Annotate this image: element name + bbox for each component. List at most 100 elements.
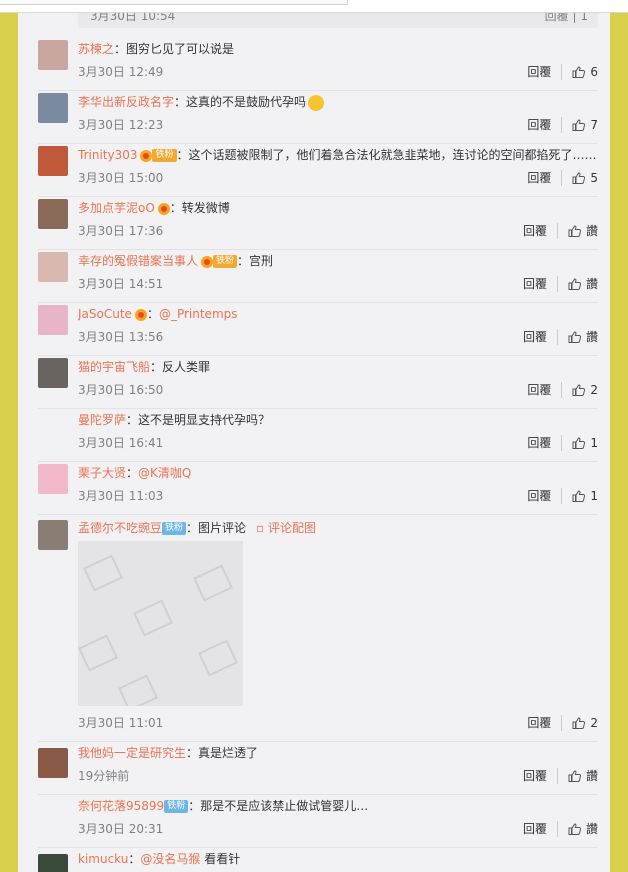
reply-link[interactable]: 回覆 [527,715,563,731]
comment-item: 苏楝之：图穷匕见了可以说是 3月30日 12:49 回覆 6 [38,38,598,91]
reply-link[interactable]: 回覆 [527,170,563,186]
thumbs-up-icon [572,172,586,184]
avatar[interactable] [38,199,68,229]
comment-time: 3月30日 15:00 [78,171,164,185]
like-button[interactable]: 2 [572,715,598,731]
comment-time: 3月30日 16:41 [78,436,164,450]
username[interactable]: 栗子大贤 [78,466,126,480]
comment-time: 3月30日 12:49 [78,65,164,79]
comment-time: 3月30日 16:50 [78,383,164,397]
avatar[interactable] [38,93,68,123]
username[interactable]: 多加点芋泥oO [78,201,155,215]
like-count: 讚 [585,277,598,291]
fan-level-icon [157,202,170,215]
username[interactable]: 幸存的冤假错案当事人 [78,254,198,268]
like-count: 讚 [585,330,598,344]
username[interactable]: 李华出新反政名字 [78,95,174,109]
like-count: 2 [590,716,598,730]
username[interactable]: JaSoCute [78,307,132,321]
comment-time: 3月30日 13:56 [78,330,164,344]
comment-text: ： [146,307,159,321]
comment-text: ：这不是明显支持代孕吗？ [126,413,271,427]
comment-item: 我他妈一定是研究生：真是烂透了 19分钟前 回覆 讚 [38,742,598,795]
like-button[interactable]: 讚 [568,768,598,784]
username[interactable]: 孟德尔不吃豌豆 [78,521,162,535]
comment-item: 李华出新反政名字：这真的不是鼓励代孕吗 3月30日 12:23 回覆 7 [38,91,598,144]
like-button[interactable]: 2 [572,382,598,398]
reply-link[interactable]: 回覆 [523,223,558,239]
username[interactable]: 曼陀罗萨 [78,413,126,427]
avatar[interactable] [38,748,68,778]
comment-item: 奈何花落95899 铁粉 ：那是不是应该禁止做试管婴儿… 3月30日 20:31 回… [38,795,598,848]
avatar[interactable] [38,305,68,335]
comment-item: 猫的宇宙飞船：反人类罪 3月30日 16:50 回覆 2 [38,356,598,409]
avatar[interactable] [38,520,68,550]
like-button[interactable]: 讚 [568,223,598,239]
reply-link[interactable]: 回覆 [523,768,558,784]
reply-link[interactable]: 回覆 [523,276,558,292]
comment-item: 幸存的冤假错案当事人 铁粉 ：宫刑 3月30日 14:51 回覆 讚 [38,250,598,303]
picture-link[interactable]: ▫ 评论配图 [256,521,316,535]
like-button[interactable]: 1 [572,488,598,504]
reply-link[interactable]: 回覆 [527,117,563,133]
comment-text: ： [126,466,139,480]
avatar[interactable] [38,252,68,282]
comment-text: ：反人类罪 [150,360,211,374]
comment-text-tail: 看看针 [200,852,241,866]
avatar[interactable] [38,854,68,872]
username[interactable]: kimucku [78,852,128,866]
reply-link[interactable]: 回覆 [523,821,558,837]
comment-time: 3月30日 14:51 [78,277,164,291]
comment-text: ：图穷匕见了可以说是 [114,42,235,56]
like-button[interactable]: 讚 [568,329,598,345]
comment-item: Trinity303 铁粉 ：这个话题被限制了，他们着急合法化就急韭菜地，连讨论的空… [38,144,598,197]
fan-badge: 铁粉 [162,522,187,535]
reply-link[interactable]: 回覆 [527,488,563,504]
avatar[interactable] [38,464,68,494]
mention-link[interactable]: @_Printemps [159,307,238,321]
like-button[interactable]: 6 [572,64,598,80]
reply-link[interactable]: 回覆 [527,382,563,398]
comment-image-placeholder[interactable] [78,541,243,712]
comment-item: kimucku：@没名马猴 看看针 [38,848,598,872]
thumbs-up-icon [572,717,586,729]
mention-link[interactable]: @没名马猴 [140,852,200,866]
avatar[interactable] [38,40,68,70]
comment-panel: 3月30日 10:54 回覆 | 1 苏楝之：图穷匕见了可以说是 3月30日 1… [18,0,610,872]
comment-text: ：那是不是应该禁止做试管婴儿… [188,799,369,813]
like-count: 2 [590,383,598,397]
username[interactable]: Trinity303 [78,148,137,162]
username[interactable]: 苏楝之 [78,42,114,56]
comment-time: 3月30日 12:23 [78,118,164,132]
reply-link[interactable]: 回覆 [527,64,563,80]
like-button[interactable]: 7 [572,117,598,133]
username[interactable]: 我他妈一定是研究生 [78,746,186,760]
mention-link[interactable]: @K清咖Q [138,466,191,480]
like-button[interactable]: 讚 [568,276,598,292]
comment-text: ：转发微博 [169,201,230,215]
comment-item: 栗子大贤：@K清咖Q 3月30日 11:03 回覆 1 [38,462,598,515]
reply-link[interactable]: 回覆 [523,329,558,345]
thumbs-up-icon [572,384,586,396]
avatar[interactable] [38,146,68,176]
thumbs-up-icon [572,490,586,502]
like-count: 讚 [585,769,598,783]
like-count: 讚 [585,224,598,238]
username[interactable]: 奈何花落95899 [78,799,164,813]
comment-text: ：宫刑 [237,254,274,268]
like-button[interactable]: 讚 [568,821,598,837]
comment-text: ： [128,852,141,866]
comment-time: 3月30日 20:31 [78,822,164,836]
like-button[interactable]: 5 [572,170,598,186]
avatar[interactable] [38,358,68,388]
fan-level-icon [140,149,153,162]
comment-time: 3月30日 11:03 [78,489,164,503]
browser-top-strip [0,0,628,13]
username[interactable]: 猫的宇宙飞船 [78,360,150,374]
fan-level-icon [201,255,214,268]
reply-link[interactable]: 回覆 [527,435,563,451]
like-count: 1 [590,436,598,450]
like-button[interactable]: 1 [572,435,598,451]
comment-item: JaSoCute ：@_Printemps 3月30日 13:56 回覆 讚 [38,303,598,356]
comment-item: 多加点芋泥oO ：转发微博 3月30日 17:36 回覆 讚 [38,197,598,250]
